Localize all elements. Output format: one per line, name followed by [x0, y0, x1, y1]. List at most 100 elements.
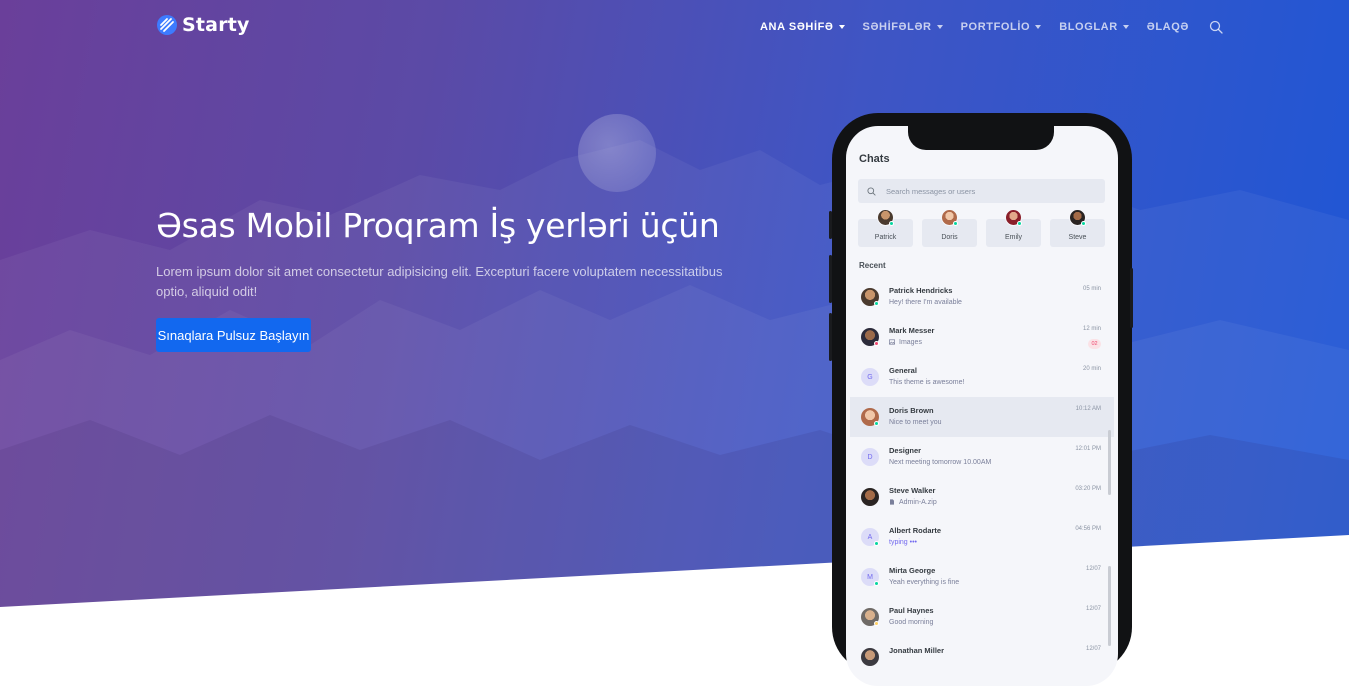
hero-headline: Əsas Mobil Proqram İş yerləri üçün — [156, 206, 720, 245]
caret-down-icon — [1122, 25, 1129, 29]
top-navbar: Starty ANA SƏHİFƏ SƏHİFƏLƏR PORTFOLİO BL… — [0, 0, 1349, 54]
phone-side-button — [1130, 268, 1133, 328]
phone-side-button — [829, 211, 832, 239]
typing-text: typing — [889, 539, 908, 546]
chat-last-message: Admin-A.zip — [889, 499, 937, 506]
phone-notch — [908, 126, 1054, 150]
online-status-dot — [874, 541, 879, 546]
online-status-dot — [889, 221, 894, 226]
chat-name: Paul Haynes — [889, 606, 934, 615]
favorite-name: Doris — [941, 234, 958, 241]
chat-last-message: Yeah everything is fine — [889, 579, 960, 586]
avatar — [861, 488, 879, 506]
chat-list-item[interactable]: M Mirta George Yeah everything is fine 1… — [850, 557, 1114, 597]
unread-count-badge: 02 — [1088, 339, 1101, 349]
nav-item-label: SƏHİFƏLƏR — [862, 21, 932, 33]
main-menu: ANA SƏHİFƏ SƏHİFƏLƏR PORTFOLİO BLOGLAR Ə… — [760, 20, 1223, 34]
chat-last-message: Images — [889, 339, 922, 346]
chat-name: Designer — [889, 446, 922, 455]
chat-list-scrollbar[interactable] — [1108, 430, 1111, 495]
chat-time: 12:01 PM — [1075, 446, 1101, 452]
away-status-dot — [874, 621, 879, 626]
search-placeholder: Search messages or users — [886, 186, 976, 196]
recent-section-title: Recent — [859, 261, 886, 270]
hero-subtext: Lorem ipsum dolor sit amet consectetur a… — [156, 264, 723, 299]
chat-time: 12/07 — [1085, 606, 1101, 612]
favorite-user[interactable]: Steve — [1050, 209, 1105, 247]
online-status-dot — [1081, 221, 1086, 226]
nav-item-label: BLOGLAR — [1059, 21, 1118, 33]
chat-list-item[interactable]: D Designer Next meeting tomorrow 10.00AM… — [850, 437, 1114, 477]
chat-name: Doris Brown — [889, 406, 934, 415]
search-icon[interactable] — [1209, 20, 1223, 34]
search-icon — [867, 186, 876, 196]
chat-time: 20 min — [1082, 366, 1101, 372]
chat-last-message: Next meeting tomorrow 10.00AM — [889, 459, 992, 466]
chat-last-message: Hey! there I'm available — [889, 299, 962, 306]
chat-list: Patrick Hendricks Hey! there I'm availab… — [850, 277, 1114, 677]
online-status-dot — [1017, 221, 1022, 226]
chat-list-item[interactable]: A Albert Rodarte typing ••• 04:56 PM — [850, 517, 1114, 557]
nav-item-contact[interactable]: ƏLAQƏ — [1147, 21, 1189, 33]
favorite-user[interactable]: Doris — [922, 209, 977, 247]
favorite-name: Steve — [1068, 234, 1087, 241]
favorite-name: Emily — [1004, 234, 1023, 241]
nav-item-label: ANA SƏHİFƏ — [760, 21, 834, 33]
nav-item-portfolio[interactable]: PORTFOLİO — [961, 21, 1042, 33]
favorite-user[interactable]: Emily — [986, 209, 1041, 247]
caret-down-icon — [1035, 25, 1042, 29]
brand-logo[interactable]: Starty — [156, 14, 250, 36]
chat-name: Mirta George — [889, 566, 936, 575]
chat-name: Patrick Hendricks — [889, 286, 953, 295]
chat-list-item-active[interactable]: Doris Brown Nice to meet you 10:12 AM — [850, 397, 1114, 437]
chat-list-item[interactable]: Mark Messer Images 12 min 02 — [850, 317, 1114, 357]
favorite-user[interactable]: Patrick — [858, 209, 913, 247]
typing-indicator: typing ••• — [889, 539, 917, 546]
nav-item-pages[interactable]: SƏHİFƏLƏR — [863, 21, 943, 33]
favorites-row: Patrick Doris Emily Steve — [858, 209, 1106, 247]
favorite-name: Patrick — [874, 234, 897, 241]
chat-search-input[interactable]: Search messages or users — [858, 179, 1105, 203]
brand-name: Starty — [182, 14, 250, 36]
logo-icon — [157, 15, 177, 35]
chat-name: Mark Messer — [889, 326, 935, 335]
file-icon — [890, 499, 894, 505]
nav-item-blogs[interactable]: BLOGLAR — [1059, 21, 1129, 33]
online-status-dot — [874, 301, 879, 306]
start-free-trial-button[interactable]: Sınaqlara Pulsuz Başlayın — [156, 318, 311, 352]
chat-message-text: Images — [899, 339, 922, 346]
phone-side-button — [829, 255, 832, 303]
phone-mockup: Chats Search messages or users Patrick D… — [829, 113, 1133, 686]
offline-status-dot — [874, 341, 879, 346]
avatar-initial: G — [861, 368, 879, 386]
chat-list-item[interactable]: Paul Haynes Good morning 12/07 — [850, 597, 1114, 637]
chat-list-item[interactable]: Steve Walker Admin-A.zip 03:20 PM — [850, 477, 1114, 517]
typing-dots-icon: ••• — [907, 539, 917, 546]
chat-list-item[interactable]: G General This theme is awesome! 20 min — [850, 357, 1114, 397]
chat-last-message: Nice to meet you — [889, 419, 942, 426]
image-icon — [889, 339, 895, 345]
caret-down-icon — [838, 25, 845, 29]
chat-name: General — [889, 366, 917, 375]
chat-time: 03:20 PM — [1075, 486, 1101, 492]
nav-item-home[interactable]: ANA SƏHİFƏ — [760, 21, 845, 33]
chat-time: 12 min — [1082, 326, 1101, 332]
chat-last-message: This theme is awesome! — [889, 379, 965, 386]
chat-message-text: Admin-A.zip — [899, 499, 937, 506]
chat-time: 04:56 PM — [1075, 526, 1101, 532]
chat-last-message: Good morning — [889, 619, 934, 626]
phone-side-button — [829, 313, 832, 361]
phone-screen: Chats Search messages or users Patrick D… — [846, 126, 1118, 686]
chat-name: Jonathan Miller — [889, 646, 945, 655]
chat-list-item[interactable]: Jonathan Miller 12/07 — [850, 637, 1114, 677]
avatar-initial: D — [861, 448, 879, 466]
chat-list-item[interactable]: Patrick Hendricks Hey! there I'm availab… — [850, 277, 1114, 317]
chat-list-scrollbar[interactable] — [1108, 566, 1111, 646]
chat-name: Steve Walker — [889, 486, 936, 495]
avatar — [861, 648, 879, 666]
chat-time: 12/07 — [1085, 646, 1101, 652]
online-status-dot — [953, 221, 958, 226]
nav-item-label: ƏLAQƏ — [1146, 21, 1189, 33]
caret-down-icon — [936, 25, 943, 29]
nav-item-label: PORTFOLİO — [960, 21, 1031, 33]
